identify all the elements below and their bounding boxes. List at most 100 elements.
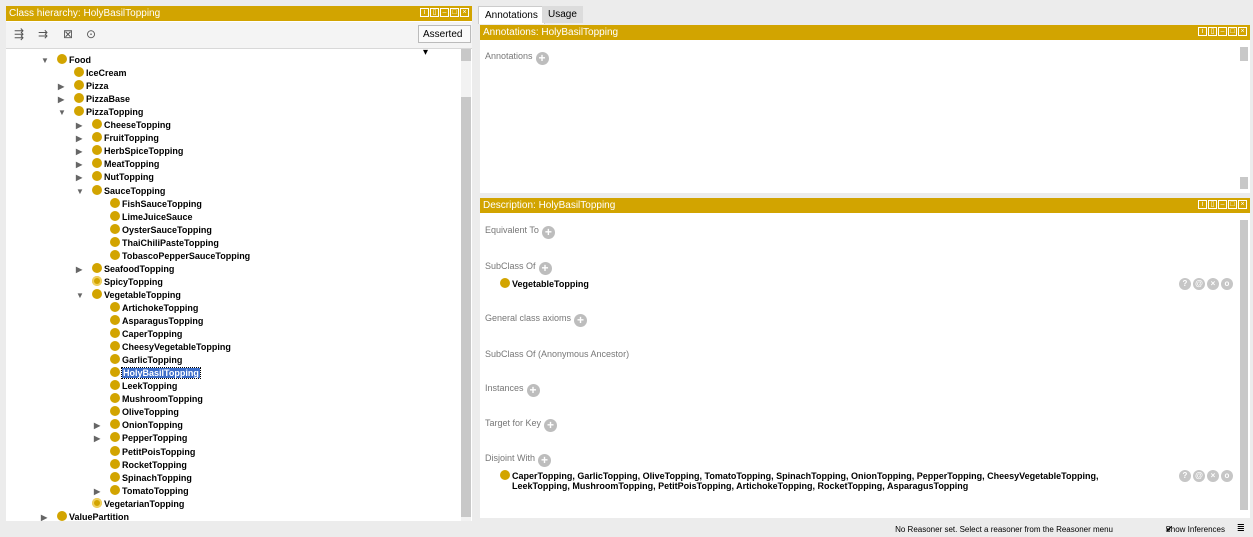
expand-toggle-icon[interactable]: ▶ — [94, 432, 104, 445]
tree-node[interactable]: AsparagusTopping — [110, 315, 203, 328]
tree-node[interactable]: ▼ VegetableTopping — [76, 288, 181, 302]
subclass-entry[interactable]: VegetableTopping — [500, 278, 589, 289]
add-subclass-icon[interactable]: ⇶ — [12, 27, 26, 41]
add-superclass-icon[interactable]: + — [538, 262, 552, 275]
annotate-icon[interactable]: @ — [1193, 278, 1205, 290]
tree-node[interactable]: FishSauceTopping — [110, 197, 202, 211]
description-maximize-icon[interactable]: □ — [1228, 200, 1237, 209]
edit-icon[interactable]: o — [1221, 278, 1233, 290]
tree-node[interactable]: MushroomTopping — [110, 393, 203, 406]
expand-toggle-icon[interactable]: ▶ — [94, 485, 104, 498]
tree-scrollbar[interactable] — [461, 49, 471, 521]
annotate-icon[interactable]: @ — [1193, 470, 1205, 482]
tree-node[interactable]: OysterSauceTopping — [110, 223, 212, 237]
expand-toggle-icon[interactable]: ▶ — [76, 171, 86, 184]
class-icon — [110, 197, 120, 208]
annotations-scrollbar-bottom[interactable] — [1240, 177, 1248, 189]
tree-node[interactable]: ▶ OnionTopping — [94, 419, 183, 432]
delete-class-icon[interactable]: ⊠ — [61, 27, 75, 41]
tree-node[interactable]: ▶ ValuePartition — [41, 510, 129, 521]
tree-node[interactable]: ▼ Food — [41, 54, 91, 67]
explain-icon[interactable]: ? — [1179, 470, 1191, 482]
annotations-pin-icon[interactable]: ▯ — [1208, 27, 1217, 36]
view-info-icon[interactable]: i — [420, 8, 429, 17]
tree-node[interactable]: SpicyTopping — [92, 275, 163, 289]
hierarchy-mode-select[interactable]: Asserted ▾ — [418, 25, 471, 58]
tree-node[interactable]: ▶ PepperTopping — [94, 432, 187, 445]
tab-usage[interactable]: Usage — [542, 6, 583, 23]
tree-node[interactable]: CaperTopping — [110, 328, 182, 341]
collapse-toggle-icon[interactable]: ▼ — [76, 289, 86, 302]
tree-node[interactable]: ThaiChiliPasteTopping — [110, 236, 219, 250]
expand-toggle-icon[interactable]: ▶ — [76, 119, 86, 132]
tree-node[interactable]: LeekTopping — [110, 380, 177, 393]
tree-node[interactable]: TobascoPepperSauceTopping — [110, 249, 250, 263]
description-pin-icon[interactable]: ▯ — [1208, 200, 1217, 209]
collapse-toggle-icon[interactable]: ▼ — [76, 185, 86, 198]
add-equivalent-icon[interactable]: + — [541, 226, 555, 239]
tree-node[interactable]: PetitPoisTopping — [110, 445, 195, 459]
annotations-scrollbar-top[interactable] — [1240, 47, 1248, 61]
view-minimize-icon[interactable]: – — [440, 8, 449, 17]
tree-node[interactable]: ▶ Pizza — [58, 80, 109, 93]
tree-node[interactable]: OliveTopping — [110, 406, 179, 419]
collapse-toggle-icon[interactable]: ▼ — [41, 54, 51, 67]
annotations-info-icon[interactable]: i — [1198, 27, 1207, 36]
tree-node[interactable]: ▼ SauceTopping — [76, 184, 165, 198]
annotations-close-icon[interactable]: × — [1238, 27, 1247, 36]
class-icon — [110, 249, 120, 260]
tree-node[interactable]: SpinachTopping — [110, 471, 192, 485]
description-close-icon[interactable]: × — [1238, 200, 1247, 209]
add-general-axiom-icon[interactable]: + — [574, 314, 588, 327]
view-maximize-icon[interactable]: □ — [450, 8, 459, 17]
tree-node[interactable]: ▶ MeatTopping — [76, 158, 159, 171]
edit-icon[interactable]: o — [1221, 470, 1233, 482]
expand-toggle-icon[interactable]: ▶ — [94, 419, 104, 432]
tree-node[interactable]: ArtichokeTopping — [110, 301, 198, 315]
tree-node[interactable]: HolyBasilTopping — [110, 367, 201, 380]
tree-node[interactable]: ▶ TomatoTopping — [94, 484, 189, 498]
tab-annotations[interactable]: Annotations — [478, 6, 545, 24]
tree-node[interactable]: GarlicTopping — [110, 354, 182, 367]
add-disjoint-icon[interactable]: + — [538, 454, 552, 467]
log-icon[interactable]: ≣ — [1237, 523, 1245, 534]
tree-node[interactable]: VegetarianTopping — [92, 497, 184, 511]
class-icon — [57, 510, 67, 521]
expand-toggle-icon[interactable]: ▶ — [58, 80, 68, 93]
description-info-icon[interactable]: i — [1198, 200, 1207, 209]
tree-node[interactable]: ▶ NutTopping — [76, 171, 154, 184]
collapse-toggle-icon[interactable]: ▼ — [58, 106, 68, 119]
tree-node[interactable]: ▼ PizzaTopping — [58, 106, 143, 119]
expand-toggle-icon[interactable]: ▶ — [76, 145, 86, 158]
delete-icon[interactable]: × — [1207, 470, 1219, 482]
disjoint-entry[interactable]: CaperTopping, GarlicTopping, OliveToppin… — [500, 470, 1098, 491]
tree-node[interactable]: ▶ HerbSpiceTopping — [76, 145, 183, 158]
expand-toggle-icon[interactable]: ▶ — [58, 93, 68, 106]
description-scrollbar[interactable] — [1240, 220, 1248, 510]
tree-node[interactable]: IceCream — [74, 67, 127, 80]
add-key-icon[interactable]: + — [544, 419, 558, 432]
tree-node[interactable]: ▶ FruitTopping — [76, 132, 159, 145]
tree-node[interactable]: ▶ CheeseTopping — [76, 119, 171, 132]
expand-toggle-icon[interactable]: ▶ — [76, 263, 86, 276]
add-sibling-icon[interactable]: ⇉ — [36, 27, 50, 41]
add-annotation-icon[interactable]: + — [535, 52, 549, 65]
tree-node[interactable]: CheesyVegetableTopping — [110, 341, 231, 354]
annotations-maximize-icon[interactable]: □ — [1228, 27, 1237, 36]
expand-toggle-icon[interactable]: ▶ — [41, 511, 51, 521]
add-instance-icon[interactable]: + — [526, 384, 540, 397]
expand-toggle-icon[interactable]: ▶ — [76, 158, 86, 171]
annotations-minimize-icon[interactable]: – — [1218, 27, 1227, 36]
tree-node[interactable]: RocketTopping — [110, 458, 187, 472]
tree-node[interactable]: LimeJuiceSauce — [110, 210, 193, 224]
view-close-icon[interactable]: × — [460, 8, 469, 17]
description-minimize-icon[interactable]: – — [1218, 200, 1227, 209]
expand-toggle-icon[interactable]: ▶ — [76, 132, 86, 145]
view-pin-icon[interactable]: ▯ — [430, 8, 439, 17]
watch-icon[interactable]: ⊙ — [84, 27, 98, 41]
tree-node[interactable]: ▶ PizzaBase — [58, 93, 130, 106]
tree-scrollbar-thumb[interactable] — [461, 97, 471, 517]
explain-icon[interactable]: ? — [1179, 278, 1191, 290]
tree-node[interactable]: ▶ SeafoodTopping — [76, 262, 174, 276]
delete-icon[interactable]: × — [1207, 278, 1219, 290]
